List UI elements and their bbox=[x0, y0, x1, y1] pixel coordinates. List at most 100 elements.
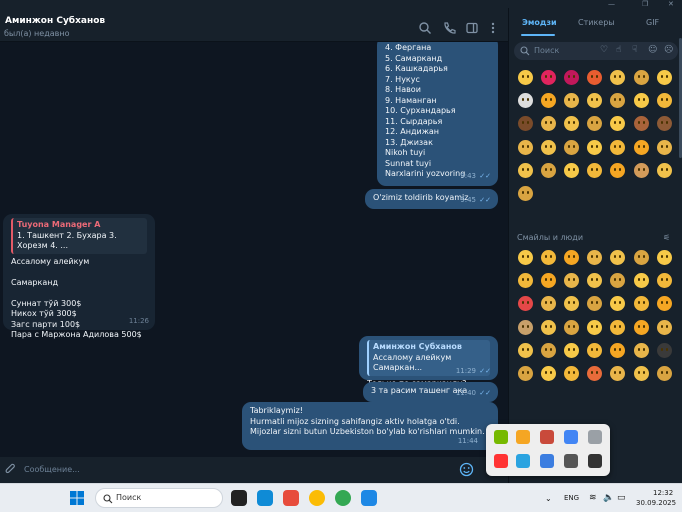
emoji-cell[interactable] bbox=[653, 269, 676, 292]
minimize-icon[interactable]: — bbox=[608, 0, 615, 8]
emoji-cell[interactable] bbox=[514, 112, 537, 135]
emoji-cell[interactable] bbox=[514, 182, 537, 205]
outgoing-message-list[interactable]: 4. Фергана 5. Самарканд 6. Кашкадарья 7. Ну… bbox=[377, 42, 498, 186]
emoji-cell[interactable] bbox=[606, 362, 629, 385]
emoji-cell[interactable] bbox=[629, 362, 652, 385]
emoji-cell[interactable] bbox=[583, 362, 606, 385]
emoji-cell[interactable] bbox=[560, 246, 583, 269]
emoji-cell[interactable] bbox=[606, 89, 629, 112]
emoji-cell[interactable] bbox=[606, 316, 629, 339]
close-window-icon[interactable]: ✕ bbox=[668, 0, 674, 8]
emoji-cell[interactable] bbox=[583, 66, 606, 89]
emoji-cell[interactable] bbox=[560, 136, 583, 159]
emoji-cell[interactable] bbox=[537, 339, 560, 362]
app-icon[interactable] bbox=[283, 490, 299, 506]
usb-tray-icon[interactable] bbox=[588, 430, 602, 444]
windows-start-icon[interactable] bbox=[69, 490, 85, 506]
emoji-cell[interactable] bbox=[514, 66, 537, 89]
emoji-cell[interactable] bbox=[583, 112, 606, 135]
emoji-cell[interactable] bbox=[583, 292, 606, 315]
wifi-icon[interactable]: ≋ bbox=[589, 493, 597, 503]
tab-emoji[interactable]: Эмодзи bbox=[522, 18, 557, 27]
incoming-message-prices[interactable]: Tuyona Manager A 1. Ташкент 2. Бухара 3.… bbox=[3, 214, 155, 339]
tab-gif[interactable]: GIF bbox=[646, 18, 659, 27]
emoji-cell[interactable] bbox=[537, 66, 560, 89]
emoji-cell[interactable] bbox=[653, 246, 676, 269]
emoji-cell[interactable] bbox=[653, 66, 676, 89]
reply-quote[interactable]: Tuyona Manager A 1. Ташкент 2. Бухара 3.… bbox=[11, 218, 147, 254]
emoji-cell[interactable] bbox=[606, 159, 629, 182]
emoji-search-input[interactable]: Поиск ♡ ☝ ☟ ☺ ☹ bbox=[514, 42, 678, 60]
emoji-cell[interactable] bbox=[514, 89, 537, 112]
battery-icon[interactable]: ▭ bbox=[617, 493, 626, 503]
winrar-tray-icon[interactable] bbox=[540, 430, 554, 444]
emoji-cell[interactable] bbox=[629, 292, 652, 315]
taskbar-search[interactable]: Поиск bbox=[95, 488, 223, 508]
smile-category-icon[interactable]: ☺ bbox=[648, 45, 657, 55]
more-vert-icon[interactable] bbox=[486, 21, 500, 35]
emoji-cell[interactable] bbox=[537, 89, 560, 112]
emoji-cell[interactable] bbox=[537, 316, 560, 339]
thumbs-down-category-icon[interactable]: ☟ bbox=[632, 45, 637, 55]
clock-date[interactable]: 30.09.2025 bbox=[636, 499, 676, 507]
heart-category-icon[interactable]: ♡ bbox=[600, 45, 608, 55]
emoji-cell[interactable] bbox=[514, 362, 537, 385]
nvidia-tray-icon[interactable] bbox=[494, 430, 508, 444]
emoji-cell[interactable] bbox=[629, 112, 652, 135]
emoji-cell[interactable] bbox=[560, 316, 583, 339]
yandex-tray-icon[interactable] bbox=[494, 454, 508, 468]
emoji-cell[interactable] bbox=[537, 269, 560, 292]
emoji-cell[interactable] bbox=[606, 339, 629, 362]
tab-stickers[interactable]: Стикеры bbox=[578, 18, 615, 27]
emoji-cell[interactable] bbox=[653, 339, 676, 362]
smileys-emoji-grid[interactable] bbox=[514, 246, 676, 385]
sad-category-icon[interactable]: ☹ bbox=[664, 45, 673, 55]
telegram-tray-icon[interactable] bbox=[516, 454, 530, 468]
search-icon[interactable] bbox=[418, 21, 432, 35]
phone-icon[interactable] bbox=[442, 21, 456, 35]
recent-emoji-grid[interactable] bbox=[514, 66, 676, 205]
emoji-cell[interactable] bbox=[583, 316, 606, 339]
emoji-cell[interactable] bbox=[653, 112, 676, 135]
message-input[interactable]: Сообщение... bbox=[24, 465, 80, 474]
emoji-cell[interactable] bbox=[583, 89, 606, 112]
emoji-cell[interactable] bbox=[606, 66, 629, 89]
emoji-cell[interactable] bbox=[537, 246, 560, 269]
emoji-cell[interactable] bbox=[583, 136, 606, 159]
emoji-cell[interactable] bbox=[537, 112, 560, 135]
emoji-cell[interactable] bbox=[629, 89, 652, 112]
emoji-cell[interactable] bbox=[537, 136, 560, 159]
chrome-profile-icon[interactable] bbox=[335, 490, 351, 506]
emoji-cell[interactable] bbox=[606, 112, 629, 135]
emoji-cell[interactable] bbox=[653, 136, 676, 159]
emoji-cell[interactable] bbox=[653, 89, 676, 112]
gamepad-tray-icon[interactable] bbox=[564, 454, 578, 468]
emoji-cell[interactable] bbox=[606, 246, 629, 269]
chat-title[interactable]: Аминжон Субханов bbox=[5, 16, 105, 26]
emoji-cell[interactable] bbox=[583, 246, 606, 269]
file-icon[interactable] bbox=[361, 490, 377, 506]
emoji-cell[interactable] bbox=[537, 362, 560, 385]
chrome-icon[interactable] bbox=[309, 490, 325, 506]
emoji-cell[interactable] bbox=[560, 112, 583, 135]
maximize-icon[interactable]: ❐ bbox=[642, 0, 648, 8]
emoji-cell[interactable] bbox=[583, 269, 606, 292]
outgoing-message-question[interactable]: Аминжон Субханов Ассалому алейкум Самарк… bbox=[359, 336, 498, 388]
emoji-cell[interactable] bbox=[629, 246, 652, 269]
chevron-up-icon[interactable]: ⌄ bbox=[545, 494, 552, 503]
emoji-cell[interactable] bbox=[629, 316, 652, 339]
emoji-cell[interactable] bbox=[560, 269, 583, 292]
clock-time[interactable]: 12:32 bbox=[653, 489, 673, 497]
emoji-cell[interactable] bbox=[606, 292, 629, 315]
emoji-cell[interactable] bbox=[653, 292, 676, 315]
emoji-cell[interactable] bbox=[653, 159, 676, 182]
thumbs-up-category-icon[interactable]: ☝ bbox=[616, 45, 621, 55]
edge-icon[interactable] bbox=[257, 490, 273, 506]
emoji-cell[interactable] bbox=[629, 339, 652, 362]
emoji-cell[interactable] bbox=[560, 339, 583, 362]
skin-tone-icon[interactable]: ⚟ bbox=[663, 233, 670, 242]
emoji-cell[interactable] bbox=[560, 89, 583, 112]
emoji-cell[interactable] bbox=[514, 159, 537, 182]
message-list[interactable]: 4. Фергана 5. Самарканд 6. Кашкадарья 7. Ну… bbox=[0, 42, 508, 457]
emoji-cell[interactable] bbox=[606, 136, 629, 159]
